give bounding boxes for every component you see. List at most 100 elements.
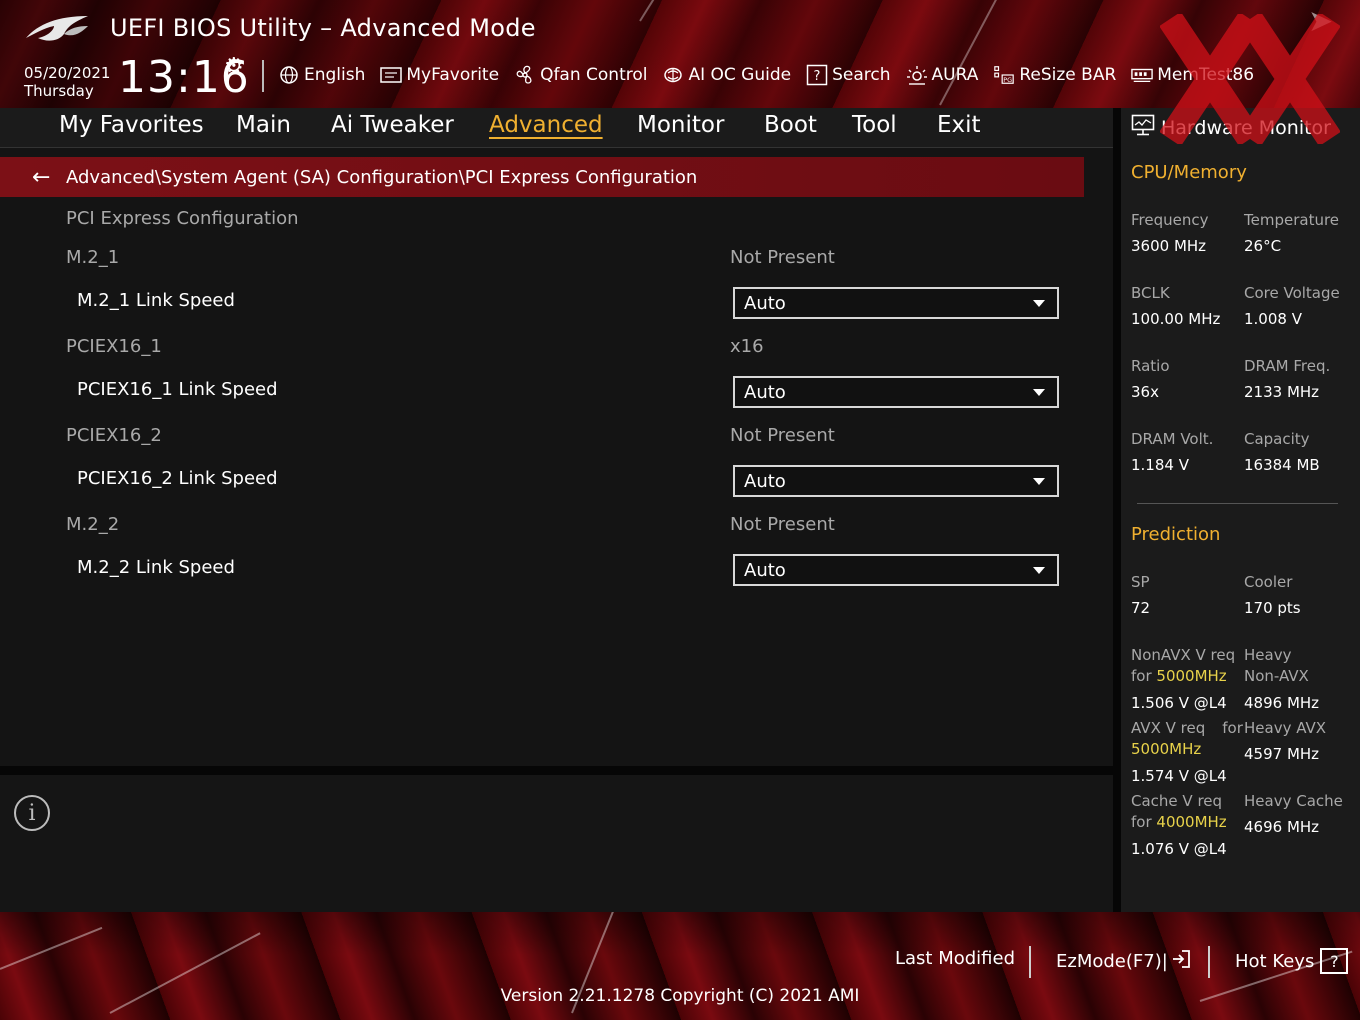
hw-label-ratio: Ratio bbox=[1131, 357, 1170, 375]
device-label-m2-2: M.2_2 bbox=[66, 514, 120, 535]
for-text: for bbox=[1222, 719, 1243, 737]
caret-down-icon bbox=[1033, 477, 1045, 485]
tool-label-aura: AURA bbox=[931, 65, 979, 85]
hw-label-capacity: Capacity bbox=[1244, 430, 1310, 448]
setting-label-m2-2-link-speed[interactable]: M.2_2 Link Speed bbox=[77, 557, 235, 578]
tab-main[interactable]: Main bbox=[236, 112, 291, 138]
m2-2-link-speed-select[interactable]: Auto bbox=[733, 554, 1059, 586]
select-value: Auto bbox=[744, 381, 786, 403]
monitor-icon bbox=[1131, 114, 1155, 141]
caret-down-icon bbox=[1033, 388, 1045, 396]
resize-bar-button[interactable]: PG ReSize BAR bbox=[993, 64, 1116, 86]
m2-1-link-speed-select[interactable]: Auto bbox=[733, 287, 1059, 319]
date-display: 05/20/2021 Thursday bbox=[24, 64, 110, 100]
tool-label-resize-bar: ReSize BAR bbox=[1019, 65, 1117, 85]
tool-label-myfavorite: MyFavorite bbox=[406, 65, 500, 85]
device-status-m2-2: Not Present bbox=[730, 514, 835, 535]
hw-value-heavy-cache: 4696 MHz bbox=[1244, 818, 1320, 836]
for-text: for bbox=[1131, 813, 1152, 831]
paper-plane-icon: ➤ bbox=[1308, 4, 1334, 39]
breadcrumb-path: Advanced\System Agent (SA) Configuration… bbox=[66, 166, 698, 188]
tool-label-memtest: MemTest86 bbox=[1157, 65, 1255, 85]
hw-label-sp: SP bbox=[1131, 573, 1150, 591]
breadcrumb: ← Advanced\System Agent (SA) Configurati… bbox=[0, 157, 1084, 197]
select-value: Auto bbox=[744, 292, 786, 314]
memtest-button[interactable]: MemTest86 bbox=[1131, 64, 1254, 86]
svg-text:PG: PG bbox=[1004, 76, 1013, 84]
hw-value-capacity: 16384 MB bbox=[1244, 456, 1320, 474]
hw-value-sp: 72 bbox=[1131, 599, 1151, 617]
hw-value-core-voltage: 1.008 V bbox=[1244, 310, 1302, 328]
last-modified-button[interactable]: Last Modified bbox=[895, 948, 1015, 969]
hw-label-heavy-cache: Heavy Cache bbox=[1244, 792, 1343, 810]
hw-value-frequency: 3600 MHz bbox=[1131, 237, 1207, 255]
tab-my-favorites[interactable]: My Favorites bbox=[59, 112, 204, 138]
info-separator bbox=[0, 766, 1113, 775]
tab-tool[interactable]: Tool bbox=[852, 112, 897, 138]
ai-oc-guide-button[interactable]: AI OC Guide bbox=[662, 64, 791, 86]
hw-label-dram-volt: DRAM Volt. bbox=[1131, 430, 1214, 448]
pciex16-2-link-speed-select[interactable]: Auto bbox=[733, 465, 1059, 497]
gear-icon[interactable]: ⚙ bbox=[224, 54, 244, 79]
hw-divider bbox=[1137, 503, 1338, 504]
setting-label-m2-1-link-speed[interactable]: M.2_1 Link Speed bbox=[77, 290, 235, 311]
globe-icon bbox=[278, 64, 300, 86]
hot-keys-label: Hot Keys bbox=[1235, 950, 1315, 972]
ezmode-button[interactable]: EzMode(F7)| bbox=[1056, 948, 1192, 975]
hw-label-cache: Cache V req for 4000MHz bbox=[1131, 791, 1227, 833]
hw-label-nonavx-line1: NonAVX V req bbox=[1131, 646, 1236, 664]
hw-label-cooler: Cooler bbox=[1244, 573, 1293, 591]
hw-value-avx: 1.574 V @L4 bbox=[1131, 767, 1227, 785]
tab-boot[interactable]: Boot bbox=[764, 112, 817, 138]
hw-label-heavy-nonavx: Heavy Non-AVX bbox=[1244, 645, 1309, 687]
header-streak bbox=[639, 0, 758, 22]
hw-label-frequency: Frequency bbox=[1131, 211, 1209, 229]
nonavx-freq: 5000MHz bbox=[1156, 667, 1227, 685]
tool-label-qfan: Qfan Control bbox=[540, 65, 648, 85]
device-label-pciex16-2: PCIEX16_2 bbox=[66, 425, 162, 446]
prediction-title: Prediction bbox=[1131, 524, 1221, 545]
search-button[interactable]: ? Search bbox=[806, 64, 891, 86]
back-arrow-icon[interactable]: ← bbox=[32, 165, 56, 190]
hot-keys-button[interactable]: Hot Keys ? bbox=[1235, 948, 1349, 974]
hw-label-nonavx-line2: for 5000MHz bbox=[1131, 666, 1235, 687]
svg-text:?: ? bbox=[814, 69, 821, 84]
header-divider bbox=[262, 60, 264, 92]
hw-monitor-title-text: Hardware Monitor bbox=[1161, 116, 1331, 139]
day-text: Thursday bbox=[24, 82, 94, 100]
tab-monitor[interactable]: Monitor bbox=[637, 112, 724, 138]
tab-exit[interactable]: Exit bbox=[937, 112, 981, 138]
qfan-control-button[interactable]: Qfan Control bbox=[514, 64, 647, 86]
tab-ai-tweaker[interactable]: Ai Tweaker bbox=[331, 112, 454, 138]
fan-icon bbox=[514, 64, 536, 86]
favorite-icon bbox=[380, 64, 403, 86]
hw-label-dram-freq: DRAM Freq. bbox=[1244, 357, 1331, 375]
footer-divider bbox=[1029, 946, 1031, 978]
hw-label-cache-line1: Cache V req bbox=[1131, 792, 1223, 810]
hw-label-heavy-avx: Heavy AVX bbox=[1244, 719, 1327, 737]
cache-freq: 4000MHz bbox=[1156, 813, 1227, 831]
hw-label-temperature: Temperature bbox=[1244, 211, 1340, 229]
caret-down-icon bbox=[1033, 299, 1045, 307]
avx-req-text: AVX V req bbox=[1131, 719, 1206, 737]
resize-bar-icon: PG bbox=[993, 64, 1015, 86]
hw-value-dram-volt: 1.184 V bbox=[1131, 456, 1189, 474]
date-text: 05/20/2021 bbox=[24, 64, 111, 82]
hw-label-avx: AVX V req for 5000MHz bbox=[1131, 718, 1243, 760]
pciex16-1-link-speed-select[interactable]: Auto bbox=[733, 376, 1059, 408]
memtest-icon bbox=[1131, 64, 1154, 86]
hw-value-dram-freq: 2133 MHz bbox=[1244, 383, 1320, 401]
aura-icon bbox=[906, 64, 928, 86]
hw-label-bclk: BCLK bbox=[1131, 284, 1170, 302]
setting-label-pciex16-2-link-speed[interactable]: PCIEX16_2 Link Speed bbox=[77, 468, 278, 489]
footer-bar: Last Modified EzMode(F7)| Hot Keys ? Ver… bbox=[0, 912, 1360, 1020]
hw-value-cache: 1.076 V @L4 bbox=[1131, 840, 1227, 858]
aura-button[interactable]: AURA bbox=[906, 64, 979, 86]
hw-value-cooler: 170 pts bbox=[1244, 599, 1301, 617]
tab-advanced[interactable]: Advanced bbox=[489, 112, 603, 138]
toolbar: English MyFavorite Qfan Control AI OC Gu… bbox=[278, 62, 1269, 88]
myfavorite-button[interactable]: MyFavorite bbox=[380, 64, 499, 86]
language-button[interactable]: English bbox=[278, 64, 365, 86]
setting-label-pciex16-1-link-speed[interactable]: PCIEX16_1 Link Speed bbox=[77, 379, 278, 400]
search-help-icon: ? bbox=[806, 64, 828, 86]
